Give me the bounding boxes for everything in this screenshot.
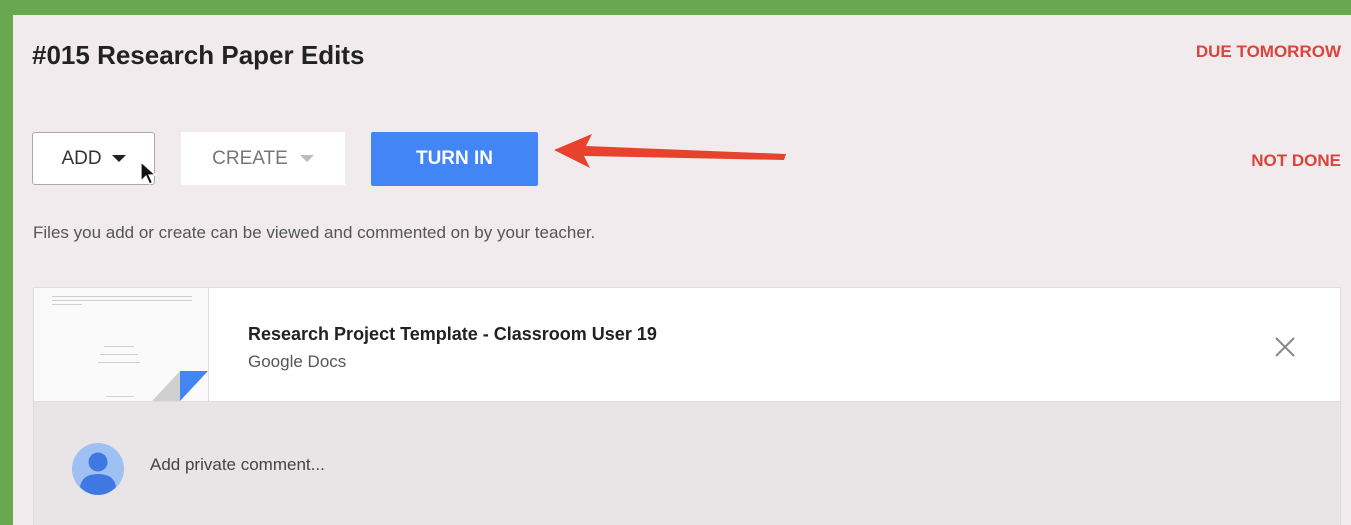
add-button[interactable]: ADD xyxy=(32,132,155,185)
add-button-label: ADD xyxy=(61,147,102,169)
attachment-name[interactable]: Research Project Template - Classroom Us… xyxy=(248,324,657,345)
create-button[interactable]: CREATE xyxy=(181,132,345,185)
assignment-card: #015 Research Paper Edits DUE TOMORROW N… xyxy=(13,15,1351,525)
close-icon[interactable] xyxy=(1274,336,1296,358)
attachment-type: Google Docs xyxy=(248,352,347,371)
private-comment-section xyxy=(33,402,1341,525)
red-arrow-icon xyxy=(554,134,786,168)
assignment-title: #015 Research Paper Edits xyxy=(32,40,365,70)
caret-down-icon xyxy=(299,155,314,162)
turn-in-button[interactable]: TURN IN xyxy=(371,132,538,186)
status-label: NOT DONE xyxy=(1251,151,1341,170)
document-thumbnail[interactable] xyxy=(34,288,209,401)
files-hint-text: Files you add or create can be viewed an… xyxy=(33,223,596,242)
mouse-pointer-icon xyxy=(140,161,158,185)
doc-corner-icon xyxy=(152,371,208,401)
turn-in-button-label: TURN IN xyxy=(415,148,494,169)
private-comment-input[interactable] xyxy=(150,452,750,478)
attachment-card[interactable]: Research Project Template - Classroom Us… xyxy=(33,287,1341,402)
create-button-label: CREATE xyxy=(212,147,288,169)
person-avatar-icon xyxy=(72,443,124,495)
caret-down-icon xyxy=(111,155,126,162)
due-date-label: DUE TOMORROW xyxy=(1195,42,1341,61)
